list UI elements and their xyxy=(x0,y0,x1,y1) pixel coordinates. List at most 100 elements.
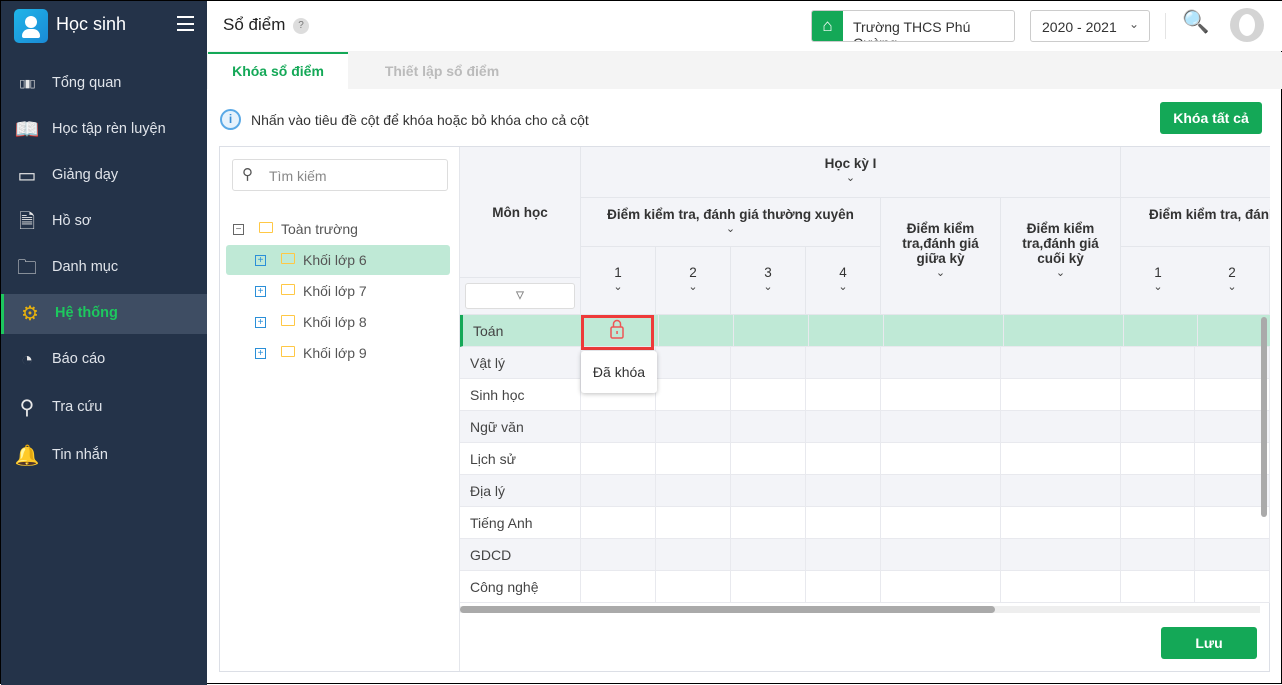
table-row[interactable]: Ngữ văn xyxy=(460,411,1270,443)
tab-gradebook-settings[interactable]: Thiết lập sổ điểm xyxy=(357,52,527,89)
sidebar-item-6[interactable]: ◔ Báo cáo xyxy=(1,340,207,380)
sidebar-item-4[interactable]: 🗀 Danh mục xyxy=(1,248,207,288)
score-lock-cell[interactable] xyxy=(1121,379,1195,411)
tree-node-grade[interactable]: + Khối lớp 6 xyxy=(226,245,450,275)
school-selector[interactable]: ⌂ Trường THCS Phú Cường xyxy=(811,10,1015,42)
score-lock-cell[interactable] xyxy=(1121,475,1195,507)
tree-node-grade[interactable]: + Khối lớp 7 xyxy=(226,276,450,306)
column-header-semester-2[interactable] xyxy=(1121,147,1270,198)
score-lock-cell[interactable] xyxy=(1124,315,1198,347)
column-header-score[interactable]: 3 ⌄ xyxy=(731,247,806,315)
column-header-score[interactable]: 1 ⌄ xyxy=(1121,247,1196,315)
score-lock-cell[interactable] xyxy=(881,379,1001,411)
tree-search-input[interactable]: ⚲ Tìm kiếm xyxy=(232,159,448,191)
sidebar-item-5[interactable]: ⚙ Hệ thống xyxy=(1,294,207,334)
score-lock-cell[interactable] xyxy=(1001,475,1121,507)
score-lock-cell[interactable] xyxy=(1198,315,1270,347)
score-lock-cell[interactable] xyxy=(656,347,731,379)
year-select[interactable]: 2020 - 2021 ⌄ xyxy=(1030,10,1150,42)
score-lock-cell[interactable] xyxy=(1195,475,1270,507)
score-lock-cell[interactable] xyxy=(1004,315,1124,347)
score-lock-cell[interactable] xyxy=(731,379,806,411)
score-lock-cell[interactable] xyxy=(656,571,731,603)
score-lock-cell[interactable] xyxy=(581,539,656,571)
tree-node-grade[interactable]: + Khối lớp 9 xyxy=(226,338,450,368)
table-row[interactable]: Địa lý xyxy=(460,475,1270,507)
help-icon[interactable]: ? xyxy=(293,18,309,34)
score-lock-cell[interactable] xyxy=(884,315,1004,347)
score-lock-cell[interactable] xyxy=(1001,411,1121,443)
table-row[interactable]: GDCD xyxy=(460,539,1270,571)
subject-filter-input[interactable]: ▽ xyxy=(465,283,575,309)
expand-icon[interactable]: + xyxy=(255,348,266,359)
score-lock-cell[interactable] xyxy=(1001,347,1121,379)
score-lock-cell[interactable] xyxy=(656,475,731,507)
score-lock-cell[interactable] xyxy=(1121,539,1195,571)
expand-icon[interactable]: + xyxy=(255,317,266,328)
score-lock-cell[interactable] xyxy=(731,443,806,475)
score-lock-cell[interactable] xyxy=(734,315,809,347)
score-lock-cell[interactable] xyxy=(1195,347,1270,379)
sidebar-item-3[interactable]: 🗎 Hồ sơ xyxy=(1,202,207,242)
score-lock-cell[interactable] xyxy=(1121,411,1195,443)
expand-icon[interactable]: + xyxy=(255,255,266,266)
score-lock-cell[interactable] xyxy=(731,411,806,443)
menu-toggle-icon[interactable] xyxy=(177,16,194,31)
score-lock-cell[interactable] xyxy=(1121,443,1195,475)
score-lock-cell[interactable] xyxy=(656,443,731,475)
table-row[interactable]: Tiếng Anh xyxy=(460,507,1270,539)
tree-node-root[interactable]: − Toàn trường xyxy=(226,214,450,244)
score-lock-cell[interactable] xyxy=(881,571,1001,603)
column-header-regular-2[interactable]: Điểm kiểm tra, đánh giá thường xuyên xyxy=(1121,198,1270,247)
tab-lock-gradebook[interactable]: Khóa sổ điểm xyxy=(208,52,348,89)
score-lock-cell[interactable] xyxy=(731,347,806,379)
score-lock-cell[interactable] xyxy=(809,315,884,347)
score-lock-cell[interactable] xyxy=(806,443,881,475)
score-lock-cell[interactable] xyxy=(806,571,881,603)
score-lock-cell[interactable] xyxy=(1195,379,1270,411)
score-lock-cell[interactable] xyxy=(731,571,806,603)
score-lock-cell[interactable] xyxy=(731,507,806,539)
score-lock-cell[interactable] xyxy=(731,539,806,571)
score-lock-cell[interactable] xyxy=(656,379,731,411)
collapse-icon[interactable]: − xyxy=(233,224,244,235)
score-lock-cell[interactable] xyxy=(1001,379,1121,411)
score-lock-cell[interactable] xyxy=(806,507,881,539)
score-lock-cell[interactable] xyxy=(806,475,881,507)
score-lock-cell[interactable] xyxy=(1001,571,1121,603)
score-lock-cell[interactable] xyxy=(881,411,1001,443)
lock-all-button[interactable]: Khóa tất cả xyxy=(1160,102,1262,134)
score-lock-cell[interactable] xyxy=(881,539,1001,571)
score-lock-cell[interactable] xyxy=(581,507,656,539)
score-lock-cell[interactable] xyxy=(581,411,656,443)
score-lock-cell[interactable] xyxy=(881,475,1001,507)
score-lock-cell[interactable] xyxy=(881,443,1001,475)
score-lock-cell[interactable] xyxy=(656,539,731,571)
analytics-search-icon[interactable]: 🔍 xyxy=(1182,9,1209,35)
expand-icon[interactable]: + xyxy=(255,286,266,297)
avatar[interactable] xyxy=(1230,8,1264,42)
score-lock-cell[interactable] xyxy=(1001,507,1121,539)
score-lock-cell[interactable] xyxy=(881,347,1001,379)
horizontal-scroll-thumb[interactable] xyxy=(460,606,995,613)
score-lock-cell[interactable] xyxy=(1195,443,1270,475)
score-lock-cell[interactable] xyxy=(806,347,881,379)
score-lock-cell[interactable] xyxy=(659,315,734,347)
column-header-score[interactable]: 2 ⌄ xyxy=(656,247,731,315)
score-lock-cell[interactable] xyxy=(1195,571,1270,603)
score-lock-cell[interactable] xyxy=(1001,539,1121,571)
score-lock-cell[interactable] xyxy=(656,411,731,443)
vertical-scroll-thumb[interactable] xyxy=(1261,317,1267,517)
score-lock-cell[interactable] xyxy=(1121,347,1195,379)
sidebar-item-2[interactable]: ▭ Giảng dạy xyxy=(1,156,207,196)
score-lock-cell[interactable] xyxy=(731,475,806,507)
score-lock-cell[interactable] xyxy=(806,539,881,571)
table-row[interactable]: Công nghệ xyxy=(460,571,1270,603)
score-lock-cell[interactable] xyxy=(581,571,656,603)
column-header-regular[interactable]: Điểm kiểm tra, đánh giá thường xuyên ⌄ xyxy=(581,198,881,247)
sidebar-item-8[interactable]: 🔔 Tin nhắn xyxy=(1,436,207,476)
tree-node-grade[interactable]: + Khối lớp 8 xyxy=(226,307,450,337)
score-lock-cell[interactable] xyxy=(656,507,731,539)
locked-cell-highlight[interactable] xyxy=(581,315,654,350)
score-lock-cell[interactable] xyxy=(1121,507,1195,539)
